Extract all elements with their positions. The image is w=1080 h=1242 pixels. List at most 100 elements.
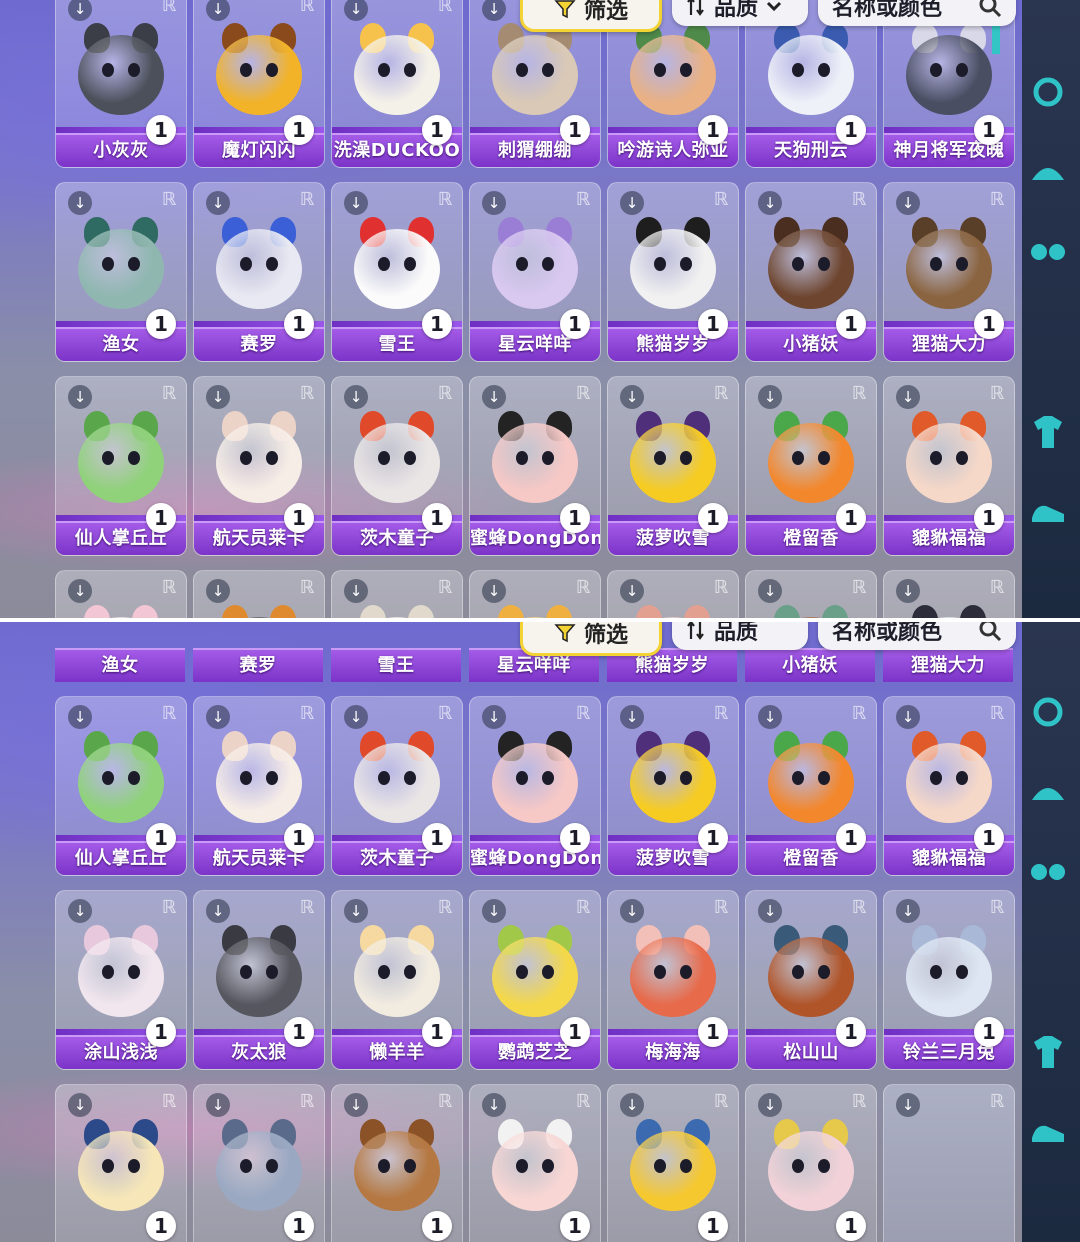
download-icon[interactable]: ↓ xyxy=(206,385,230,409)
figure-card[interactable]: ↓ ℝ 1 xyxy=(331,1084,463,1242)
rail-tab-hat[interactable] xyxy=(1026,770,1070,814)
figure-card[interactable]: ↓ ℝ xyxy=(469,570,601,620)
download-icon[interactable]: ↓ xyxy=(344,191,368,215)
figure-card[interactable]: ↓ ℝ 1 星云咩咩 xyxy=(469,182,601,362)
figure-card[interactable]: ↓ ℝ 1 渔女 xyxy=(55,182,187,362)
figure-card[interactable]: ↓ ℝ 1 洗澡DUCKOO xyxy=(331,0,463,168)
search-input[interactable]: 名称或颜色 xyxy=(818,0,1016,26)
figure-card[interactable]: ↓ ℝ xyxy=(883,570,1015,620)
figure-card[interactable]: ↓ ℝ xyxy=(745,570,877,620)
download-icon[interactable]: ↓ xyxy=(620,705,644,729)
quality-sort-dropdown[interactable]: 品质 xyxy=(672,0,808,26)
download-icon[interactable]: ↓ xyxy=(206,705,230,729)
download-icon[interactable]: ↓ xyxy=(206,579,230,603)
download-icon[interactable]: ↓ xyxy=(482,579,506,603)
figure-card[interactable]: ↓ ℝ 1 赛罗 xyxy=(193,182,325,362)
rail-tab-clothes[interactable] xyxy=(1026,1030,1070,1074)
rail-tab-glasses[interactable] xyxy=(1026,850,1070,894)
download-icon[interactable]: ↓ xyxy=(68,705,92,729)
figure-card[interactable]: ↓ ℝ xyxy=(883,1084,1015,1242)
download-icon[interactable]: ↓ xyxy=(68,579,92,603)
download-icon[interactable]: ↓ xyxy=(482,191,506,215)
download-icon[interactable]: ↓ xyxy=(206,0,230,21)
download-icon[interactable]: ↓ xyxy=(758,191,782,215)
download-icon[interactable]: ↓ xyxy=(758,899,782,923)
figure-card[interactable]: ↓ ℝ 1 魔灯闪闪 xyxy=(193,0,325,168)
download-icon[interactable]: ↓ xyxy=(896,385,920,409)
download-icon[interactable]: ↓ xyxy=(896,899,920,923)
figure-card[interactable]: ↓ ℝ xyxy=(55,570,187,620)
download-icon[interactable]: ↓ xyxy=(620,579,644,603)
figure-card[interactable]: ↓ ℝ 1 xyxy=(469,1084,601,1242)
figure-card[interactable]: ↓ ℝ 1 航天员莱卡 xyxy=(193,696,325,876)
figure-card[interactable]: ↓ ℝ 1 熊猫岁岁 xyxy=(607,182,739,362)
rail-tab-shoes[interactable] xyxy=(1026,490,1070,534)
figure-card[interactable]: ↓ ℝ 1 小猪妖 xyxy=(745,182,877,362)
download-icon[interactable]: ↓ xyxy=(620,385,644,409)
rail-tab-hat[interactable] xyxy=(1026,150,1070,194)
download-icon[interactable]: ↓ xyxy=(620,191,644,215)
figure-card[interactable]: ↓ ℝ 1 航天员莱卡 xyxy=(193,376,325,556)
figure-card[interactable]: ↓ ℝ 1 菠萝吹雪 xyxy=(607,376,739,556)
download-icon[interactable]: ↓ xyxy=(344,0,368,21)
download-icon[interactable]: ↓ xyxy=(206,1093,230,1117)
figure-card[interactable]: ↓ℝ1蜜蜂DongDong xyxy=(469,376,601,556)
figure-card[interactable]: ↓ ℝ 1 小灰灰 xyxy=(55,0,187,168)
rail-tab-glasses[interactable] xyxy=(1026,230,1070,274)
rail-tab-accessory[interactable] xyxy=(1026,690,1070,734)
figure-card[interactable]: ↓ℝ1蜜蜂DongDong xyxy=(469,696,601,876)
figure-card[interactable]: ↓ ℝ 1 xyxy=(55,1084,187,1242)
figure-card[interactable]: ↓ ℝ 1 松山山 xyxy=(745,890,877,1070)
download-icon[interactable]: ↓ xyxy=(620,899,644,923)
figure-card[interactable]: ↓ ℝ 1 貔貅福福 xyxy=(883,696,1015,876)
download-icon[interactable]: ↓ xyxy=(896,579,920,603)
download-icon[interactable]: ↓ xyxy=(758,1093,782,1117)
download-icon[interactable]: ↓ xyxy=(482,1093,506,1117)
figure-card[interactable]: ↓ ℝ 1 懒羊羊 xyxy=(331,890,463,1070)
figure-card[interactable]: ↓ ℝ xyxy=(331,570,463,620)
download-icon[interactable]: ↓ xyxy=(896,705,920,729)
figure-card[interactable]: ↓ ℝ 1 灰太狼 xyxy=(193,890,325,1070)
download-icon[interactable]: ↓ xyxy=(68,1093,92,1117)
figure-card[interactable]: ↓ ℝ 1 铃兰三月兔 xyxy=(883,890,1015,1070)
download-icon[interactable]: ↓ xyxy=(482,385,506,409)
download-icon[interactable]: ↓ xyxy=(68,385,92,409)
download-icon[interactable]: ↓ xyxy=(68,191,92,215)
figure-card[interactable]: ↓ ℝ 1 xyxy=(745,1084,877,1242)
figure-card[interactable]: ↓ ℝ 1 貔貅福福 xyxy=(883,376,1015,556)
download-icon[interactable]: ↓ xyxy=(344,705,368,729)
figure-card[interactable]: ↓ ℝ 1 橙留香 xyxy=(745,376,877,556)
nameplate-stub[interactable]: 赛罗 xyxy=(193,646,323,682)
search-icon[interactable] xyxy=(978,620,1002,642)
figure-card[interactable]: ↓ ℝ xyxy=(193,570,325,620)
download-icon[interactable]: ↓ xyxy=(758,705,782,729)
figure-card[interactable]: ↓ ℝ 1 狸猫大力 xyxy=(883,182,1015,362)
download-icon[interactable]: ↓ xyxy=(482,0,506,21)
download-icon[interactable]: ↓ xyxy=(344,1093,368,1117)
download-icon[interactable]: ↓ xyxy=(206,191,230,215)
download-icon[interactable]: ↓ xyxy=(68,899,92,923)
rail-tab-shoes[interactable] xyxy=(1026,1110,1070,1154)
download-icon[interactable]: ↓ xyxy=(482,899,506,923)
figure-card[interactable]: ↓ ℝ xyxy=(607,570,739,620)
figure-card[interactable]: ↓ ℝ 1 xyxy=(607,1084,739,1242)
rail-tab-clothes[interactable] xyxy=(1026,410,1070,454)
figure-card[interactable]: ↓ ℝ 1 茨木童子 xyxy=(331,696,463,876)
download-icon[interactable]: ↓ xyxy=(344,385,368,409)
download-icon[interactable]: ↓ xyxy=(758,579,782,603)
nameplate-stub[interactable]: 渔女 xyxy=(55,646,185,682)
search-icon[interactable] xyxy=(978,0,1002,18)
figure-card[interactable]: ↓ ℝ 1 橙留香 xyxy=(745,696,877,876)
filter-button[interactable]: 筛选 xyxy=(520,620,662,656)
figure-card[interactable]: ↓ ℝ 1 涂山浅浅 xyxy=(55,890,187,1070)
figure-card[interactable]: ↓ ℝ 1 仙人掌丘丘 xyxy=(55,376,187,556)
download-icon[interactable]: ↓ xyxy=(620,1093,644,1117)
figure-card[interactable]: ↓ ℝ 1 梅海海 xyxy=(607,890,739,1070)
download-icon[interactable]: ↓ xyxy=(344,899,368,923)
figure-card[interactable]: ↓ ℝ 1 仙人掌丘丘 xyxy=(55,696,187,876)
figure-card[interactable]: ↓ ℝ 1 茨木童子 xyxy=(331,376,463,556)
nameplate-stub[interactable]: 雪王 xyxy=(331,646,461,682)
download-icon[interactable]: ↓ xyxy=(344,579,368,603)
figure-card[interactable]: ↓ ℝ 1 鹦鹉芝芝 xyxy=(469,890,601,1070)
download-icon[interactable]: ↓ xyxy=(758,385,782,409)
